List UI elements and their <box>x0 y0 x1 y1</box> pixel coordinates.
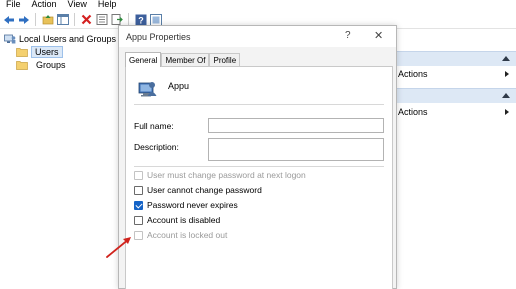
console-tree: Local Users and Groups (Lo Users Groups <box>0 32 132 71</box>
full-name-field[interactable] <box>208 118 384 133</box>
checkbox-box <box>134 185 143 195</box>
tree-item-users[interactable]: Users <box>0 45 130 58</box>
checkbox-label: User must change password at next logon <box>147 170 306 180</box>
toolbar-separator <box>35 13 36 26</box>
properties-icon[interactable] <box>95 13 108 26</box>
actions-item-label: Actions <box>398 69 428 79</box>
help-button[interactable]: ? <box>345 30 351 41</box>
checkbox-box <box>134 200 143 210</box>
annotation-arrow-icon <box>106 237 131 258</box>
checkbox-box <box>134 170 143 180</box>
tab-profile[interactable]: Profile <box>209 53 241 67</box>
must-change-password-checkbox[interactable]: User must change password at next logon <box>134 169 306 181</box>
forward-arrow-icon[interactable] <box>17 13 30 26</box>
folder-icon <box>16 60 28 70</box>
menu-view[interactable]: View <box>62 0 92 9</box>
tree-item-groups[interactable]: Groups <box>0 58 130 71</box>
account-disabled-checkbox[interactable]: Account is disabled <box>134 214 220 226</box>
divider <box>134 104 384 105</box>
cannot-change-password-checkbox[interactable]: User cannot change password <box>134 184 262 196</box>
actions-header[interactable] <box>397 51 516 66</box>
account-name: Appu <box>168 81 190 91</box>
up-folder-icon[interactable] <box>41 13 54 26</box>
password-never-expires-checkbox[interactable]: Password never expires <box>134 199 238 211</box>
full-name-label: Full name: <box>134 121 174 131</box>
actions-item[interactable]: Actions <box>397 105 516 119</box>
menu-help[interactable]: Help <box>92 0 122 9</box>
user-account-icon <box>136 77 158 99</box>
description-field[interactable] <box>208 138 384 161</box>
tree-root-label: Local Users and Groups (Lo <box>19 33 132 44</box>
menu-action[interactable]: Action <box>26 0 62 9</box>
collapse-up-icon <box>502 56 510 61</box>
delete-icon[interactable] <box>80 13 93 26</box>
tab-general[interactable]: General <box>125 52 162 67</box>
actions-pane: Actions Actions <box>397 47 516 289</box>
tab-member-of[interactable]: Member Of <box>161 53 210 67</box>
menu-bar: File Action View Help <box>0 0 516 11</box>
tree-item-users-label: Users <box>31 45 63 58</box>
tree-item-root[interactable]: Local Users and Groups (Lo <box>0 32 132 45</box>
tab-strip: General Member Of Profile <box>125 52 241 67</box>
dialog-titlebar[interactable]: Appu Properties ? ✕ <box>119 26 396 47</box>
dialog-title: Appu Properties <box>126 32 191 42</box>
general-tab-panel: Appu Full name: Description: User must c… <box>125 66 393 289</box>
actions-item[interactable]: Actions <box>397 67 516 81</box>
back-arrow-icon[interactable] <box>2 13 15 26</box>
checkbox-label: Account is locked out <box>147 230 228 240</box>
actions-header[interactable] <box>397 88 516 103</box>
description-label: Description: <box>134 142 179 152</box>
svg-text:?: ? <box>138 15 144 25</box>
checkbox-label: Password never expires <box>147 200 238 210</box>
menu-file[interactable]: File <box>0 0 26 9</box>
tree-item-groups-label: Groups <box>36 59 66 70</box>
computer-users-icon <box>4 34 16 44</box>
chevron-right-icon <box>505 71 509 77</box>
folder-icon <box>16 47 28 57</box>
divider <box>134 166 384 167</box>
show-hide-tree-icon[interactable] <box>56 13 69 26</box>
toolbar-separator <box>74 13 75 26</box>
properties-dialog: Appu Properties ? ✕ General Member Of Pr… <box>118 25 397 289</box>
checkbox-label: User cannot change password <box>147 185 262 195</box>
checkbox-box <box>134 230 143 240</box>
close-button[interactable]: ✕ <box>374 29 383 42</box>
checkbox-box <box>134 215 143 225</box>
checkbox-label: Account is disabled <box>147 215 221 225</box>
collapse-up-icon <box>502 93 510 98</box>
actions-item-label: Actions <box>398 107 428 117</box>
account-locked-out-checkbox[interactable]: Account is locked out <box>134 229 227 241</box>
chevron-right-icon <box>505 109 509 115</box>
